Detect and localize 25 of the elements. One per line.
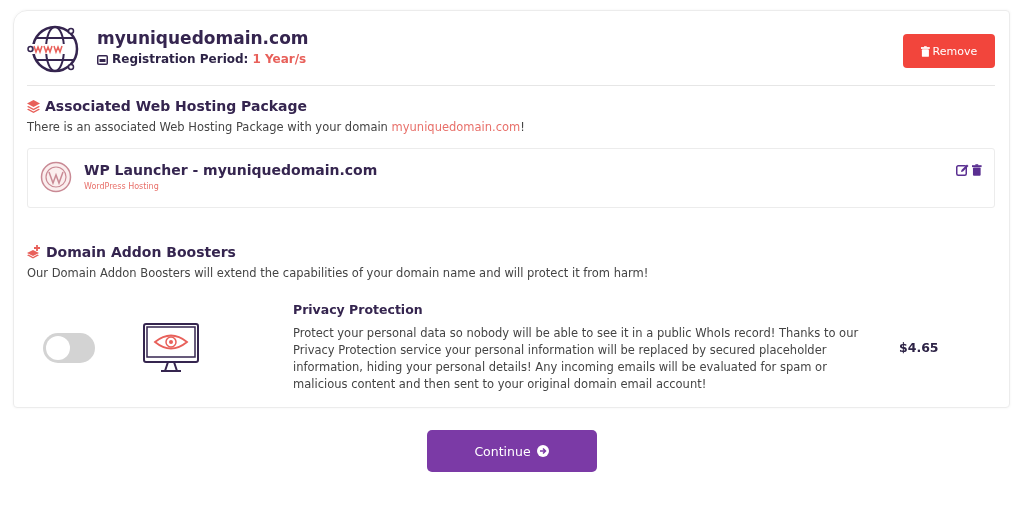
- package-type: WordPress Hosting: [84, 182, 160, 191]
- arrow-circle-icon: [536, 445, 549, 457]
- wordpress-icon: [40, 161, 72, 193]
- addon-description: Protect your personal data so nobody will be able to see it in a public WhoIs record! Thanks to our Privacy Protection service your personal information will be replaced by secured placeholder information, hiding your personal details! Any incoming emails will be evaluated for spam or malicious content and then sent to your original domain email account!: [293, 325, 860, 393]
- addon-price: $4.65: [898, 340, 940, 355]
- globe-www-icon: [27, 23, 79, 75]
- addon-toggle[interactable]: [43, 332, 95, 363]
- section-title: Domain Addon Boosters: [46, 244, 236, 260]
- period-value: 1 Year/s: [252, 52, 307, 66]
- trash-icon: [920, 45, 930, 57]
- continue-button[interactable]: Continue: [426, 430, 597, 472]
- package-name: WP Launcher - myuniquedomain.com: [84, 162, 379, 178]
- layers-plus-icon: [27, 245, 41, 259]
- trash-icon: [972, 164, 982, 176]
- calendar-icon: [97, 53, 108, 65]
- addons-description: Our Domain Addon Boosters will extend the capabilities of your domain name and will protect it from harm!: [27, 266, 650, 280]
- addon-name: Privacy Protection: [293, 302, 424, 317]
- domain-name: myuniquedomain.com: [97, 28, 310, 48]
- monitor-eye-icon: [143, 322, 199, 373]
- layers-icon: [27, 99, 40, 113]
- period-label: Registration Period:: [112, 52, 249, 66]
- edit-icon[interactable]: [956, 164, 970, 176]
- hosting-description: There is an associated Web Hosting Package with your domain myuniquedomain.com!: [27, 120, 526, 134]
- section-title: Associated Web Hosting Package: [45, 98, 307, 114]
- remove-button[interactable]: Remove: [903, 34, 995, 68]
